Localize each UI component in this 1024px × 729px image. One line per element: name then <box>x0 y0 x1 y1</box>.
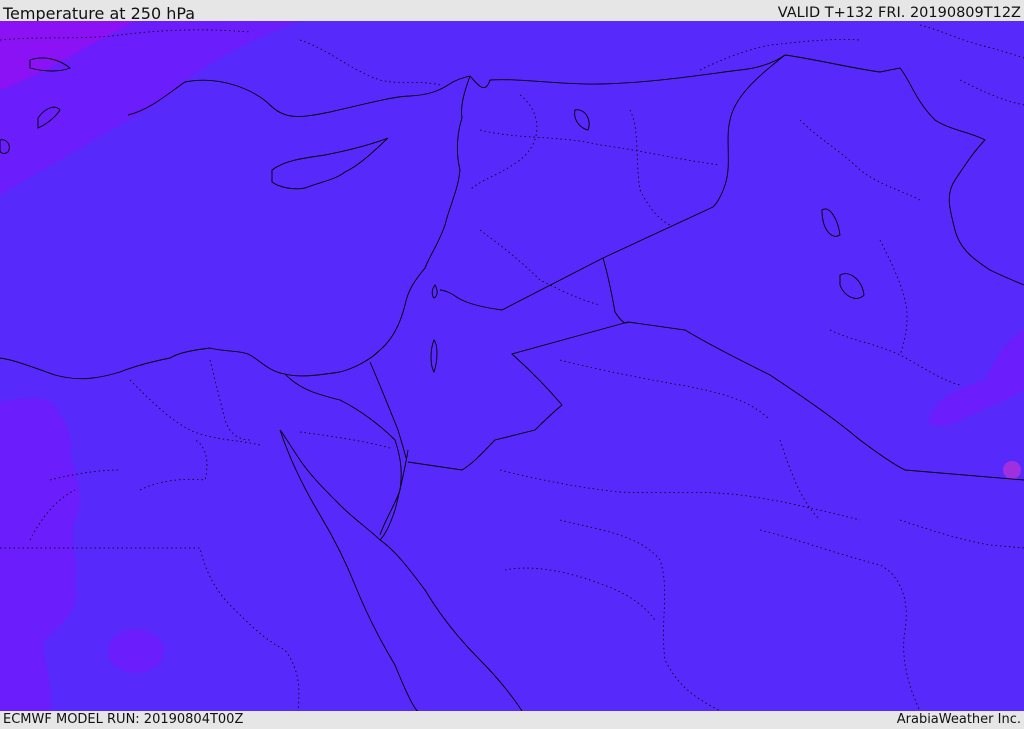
map-canvas <box>0 21 1024 711</box>
weather-map <box>0 21 1024 711</box>
model-run-label: ECMWF MODEL RUN: 20190804T00Z <box>3 712 244 727</box>
temperature-field <box>0 21 1024 711</box>
map-footer: ECMWF MODEL RUN: 20190804T00Z ArabiaWeat… <box>0 711 1024 729</box>
credit-label: ArabiaWeather Inc. <box>896 712 1021 727</box>
warm-spot-east <box>1003 461 1021 479</box>
cold-blob-south <box>108 629 164 673</box>
map-header: Temperature at 250 hPa VALID T+132 FRI. … <box>0 0 1024 23</box>
